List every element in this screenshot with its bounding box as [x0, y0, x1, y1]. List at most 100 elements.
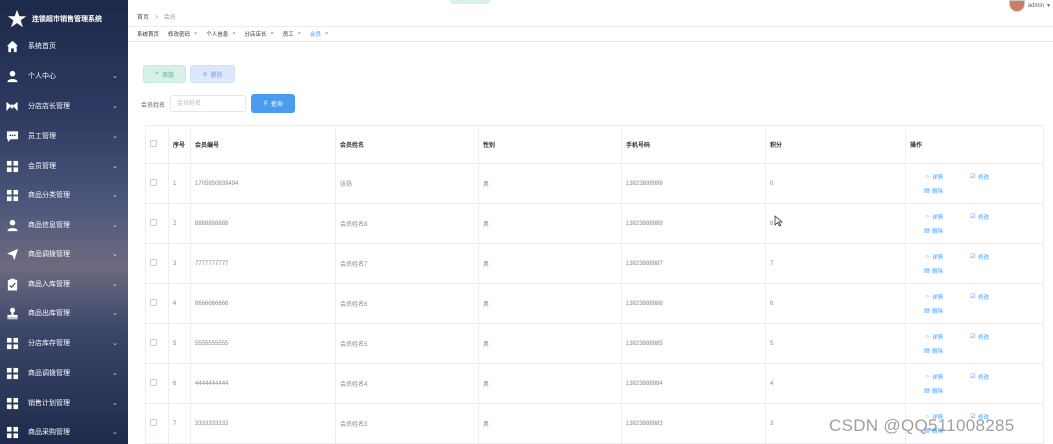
chevron-down-icon[interactable]: ⌄ — [112, 428, 120, 436]
avatar[interactable] — [1008, 0, 1025, 12]
table-row: 5 5555555555 会员姓名5 男 13823888885 5 ○ 详情 ☑ 修改 ▤ 删除 — [145, 323, 1044, 364]
select-all-cell[interactable] — [145, 125, 169, 164]
tab-label: 员工 — [282, 32, 294, 38]
chevron-down-icon[interactable]: ⌄ — [112, 72, 120, 80]
sidebar-item[interactable]: 商品分类管理 ⌄ — [0, 181, 128, 209]
cell-name: 会员姓名4 — [335, 363, 479, 404]
breadcrumb-separator: > — [154, 15, 159, 21]
actions-cell: ○ 详情 ☑ 修改 ▤ 删除 — [905, 203, 1044, 244]
member-name-search-input[interactable] — [170, 95, 246, 112]
tab[interactable]: 会员 × — [310, 30, 328, 38]
delete-label: 删除 — [932, 308, 944, 315]
row-select-cell[interactable] — [145, 403, 169, 444]
delete-label: 删除 — [932, 348, 944, 355]
detail-button[interactable]: ○ 详情 — [924, 253, 970, 261]
row-select-cell[interactable] — [145, 203, 169, 244]
sidebar-item[interactable]: 销售计划管理 ⌄ — [0, 389, 128, 417]
row-select-cell[interactable] — [145, 243, 169, 284]
close-icon[interactable]: × — [232, 31, 235, 37]
query-button[interactable]: ⚲ 查询 — [251, 94, 295, 113]
sidebar-item[interactable]: 商品入库管理 ⌄ — [0, 270, 128, 298]
chevron-down-icon[interactable]: ⌄ — [112, 339, 120, 347]
close-icon[interactable]: × — [298, 31, 301, 37]
caret-down-icon[interactable]: ▼ — [1046, 3, 1051, 9]
chevron-down-icon[interactable]: ⌄ — [112, 132, 120, 140]
chevron-down-icon[interactable]: ⌄ — [112, 250, 120, 258]
sidebar-item-label: 商品分类管理 — [28, 192, 70, 199]
edit-button[interactable]: ☑ 修改 — [970, 253, 1016, 261]
close-icon[interactable]: × — [194, 31, 197, 37]
tab[interactable]: 分店店长 × — [244, 30, 273, 38]
cell-points: 6 — [765, 283, 906, 324]
column-header: 会员姓名 — [335, 125, 479, 164]
row-checkbox[interactable] — [150, 179, 157, 186]
row-delete-button[interactable]: ▤ 删除 — [924, 227, 970, 235]
row-select-cell[interactable] — [145, 283, 169, 324]
row-checkbox[interactable] — [150, 299, 157, 306]
row-select-cell[interactable] — [145, 323, 169, 364]
sidebar-item[interactable]: 商品采购管理 ⌄ — [0, 418, 128, 444]
select-all-checkbox[interactable] — [150, 140, 157, 147]
chevron-down-icon[interactable]: ⌄ — [112, 369, 120, 377]
sidebar-item[interactable]: 商品信息管理 ⌄ — [0, 211, 128, 239]
username[interactable]: admin — [1028, 3, 1044, 9]
row-checkbox[interactable] — [150, 339, 157, 346]
sidebar-item[interactable]: 系统首页 — [0, 32, 128, 60]
detail-button[interactable]: ○ 详情 — [924, 173, 970, 181]
edit-button[interactable]: ☑ 修改 — [970, 173, 1016, 181]
close-icon[interactable]: × — [325, 31, 328, 37]
row-checkbox[interactable] — [150, 259, 157, 266]
chevron-down-icon[interactable]: ⌄ — [112, 221, 120, 229]
column-header: 会员编号 — [190, 125, 336, 164]
sidebar-item[interactable]: 员工管理 ⌄ — [0, 122, 128, 150]
edit-button[interactable]: ☑ 修改 — [970, 213, 1016, 221]
sidebar-item-label: 商品调拨管理 — [28, 251, 70, 258]
row-delete-button[interactable]: ▤ 删除 — [924, 267, 970, 275]
row-select-cell[interactable] — [145, 363, 169, 404]
chevron-down-icon[interactable]: ⌄ — [112, 309, 120, 317]
sidebar-item[interactable]: 商品调拨管理 ⌄ — [0, 240, 128, 268]
edit-button[interactable]: ☑ 修改 — [970, 373, 1016, 381]
plus-icon: + — [155, 71, 159, 77]
sidebar-item[interactable]: 商品出库管理 ⌄ — [0, 299, 128, 327]
row-checkbox[interactable] — [150, 379, 157, 386]
edit-button[interactable]: ☑ 修改 — [970, 333, 1016, 341]
tab[interactable]: 修改密码 × — [168, 30, 197, 38]
edit-button[interactable]: ☑ 修改 — [970, 293, 1016, 301]
row-delete-button[interactable]: ▤ 删除 — [924, 387, 970, 395]
row-delete-button[interactable]: ▤ 删除 — [924, 187, 970, 195]
chevron-down-icon[interactable]: ⌄ — [112, 162, 120, 170]
close-icon[interactable]: × — [271, 31, 274, 37]
chevron-down-icon[interactable]: ⌄ — [112, 191, 120, 199]
info-icon: ○ — [925, 213, 929, 220]
row-checkbox[interactable] — [150, 419, 157, 426]
detail-button[interactable]: ○ 详情 — [924, 293, 970, 301]
actions-cell: ○ 详情 ☑ 修改 ▤ 删除 — [905, 243, 1044, 284]
add-button[interactable]: + 添加 — [143, 65, 186, 83]
cell-idx: 7 — [168, 403, 191, 444]
edit-icon: ☑ — [970, 294, 976, 300]
row-delete-button[interactable]: ▤ 删除 — [924, 347, 970, 355]
detail-button[interactable]: ○ 详情 — [924, 213, 970, 221]
top-indicator — [450, 0, 490, 4]
sidebar-item[interactable]: 分店店长管理 ⌄ — [0, 92, 128, 120]
user-menu[interactable]: admin ▼ — [1008, 0, 1051, 12]
breadcrumb-home[interactable]: 首页 — [137, 15, 149, 21]
tab-label: 会员 — [309, 32, 321, 38]
row-select-cell[interactable] — [145, 163, 169, 204]
row-delete-button[interactable]: ▤ 删除 — [924, 307, 970, 315]
sidebar-item[interactable]: 商品调拨管理 ⌄ — [0, 359, 128, 387]
delete-button[interactable]: ⊖ 删除 — [190, 65, 235, 83]
chevron-down-icon[interactable]: ⌄ — [112, 280, 120, 288]
tab[interactable]: 个人信息 × — [206, 30, 235, 38]
chevron-down-icon[interactable]: ⌄ — [112, 102, 120, 110]
sidebar-item[interactable]: 分店库存管理 ⌄ — [0, 329, 128, 357]
sidebar-item[interactable]: 个人中心 ⌄ — [0, 62, 128, 90]
chevron-down-icon[interactable]: ⌄ — [112, 399, 120, 407]
tab[interactable]: 员工 × — [283, 30, 301, 38]
detail-button[interactable]: ○ 详情 — [924, 373, 970, 381]
detail-button[interactable]: ○ 详情 — [924, 333, 970, 341]
row-checkbox[interactable] — [150, 219, 157, 226]
sidebar-item[interactable]: 会员管理 ⌄ — [0, 152, 128, 180]
tab[interactable]: 系统首页 — [137, 30, 159, 38]
